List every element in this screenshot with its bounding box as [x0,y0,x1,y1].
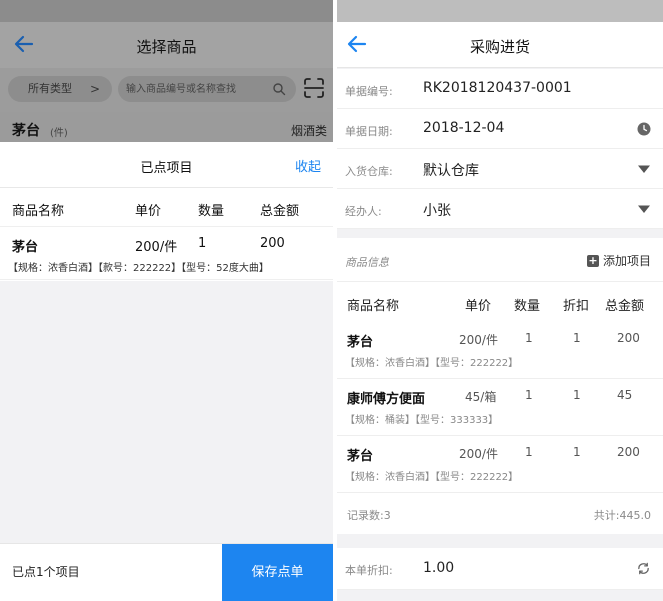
column-header: 单价 [135,204,162,219]
column-header: 商品名称 [347,299,400,314]
right-header: 采购进货 [337,22,663,68]
sheet-title: 已点项目 [140,161,193,176]
empty-area [0,281,333,543]
bottom-bar: 已点1个项目 保存点单 [0,543,333,601]
warehouse-row[interactable]: 入货仓库: 默认仓库 [337,149,663,189]
item-discount: 1 [573,331,581,345]
search-box[interactable] [118,76,296,102]
item-attributes: 【规格：浓香白酒】【型号：222222】 [345,472,519,483]
item-price: 200/件 [459,333,498,347]
discount-value: 1.00 [423,560,455,576]
item-attributes: 【规格：桶装】【型号：333333】 [345,415,499,426]
page-title: 采购进货 [469,38,530,56]
item-qty: 1 [525,331,533,345]
table-row[interactable]: 茅台 200/件 1 1 200 【规格：浓香白酒】【型号：222222】 [337,323,663,379]
item-total: 200 [617,445,640,459]
search-input[interactable] [126,76,266,102]
item-attributes: 【规格：浓香白酒】【型号：222222】 [345,358,519,369]
order-date-value: 2018-12-04 [423,120,505,136]
scan-icon[interactable] [302,76,326,100]
status-bar [0,0,333,22]
column-header: 总金额 [605,299,645,314]
item-unit: (件) [50,128,68,139]
column-header: 数量 [514,299,541,314]
type-filter-button[interactable]: 所有类型 > [8,76,112,102]
section-label: 商品信息 [345,256,389,269]
item-name: 茅台 [12,123,40,139]
caret-down-icon[interactable] [637,162,651,176]
item-discount: 1 [573,445,581,459]
column-header: 单价 [465,299,492,314]
field-label: 单据日期: [345,125,393,138]
caret-down-icon[interactable] [637,202,651,216]
item-total: 200 [617,331,640,345]
item-name: 康师傅方便面 [347,392,426,407]
table-header: 商品名称 单价 数量 总金额 [0,189,333,227]
clock-icon[interactable] [637,122,651,136]
item-price: 200/件 [135,240,178,255]
column-header: 数量 [198,204,225,219]
item-category: 烟酒类 [290,124,327,138]
item-price: 45/箱 [465,390,497,404]
item-discount: 1 [573,388,581,402]
item-name: 茅台 [12,240,39,255]
field-label: 单据编号: [345,85,393,98]
table-header: 商品名称 单价 数量 折扣 总金额 [337,283,663,323]
table-row[interactable]: 茅台 200/件 1 200 【规格：浓香白酒】【款号：222222】【型号：5… [0,228,333,280]
sheet-header: 已点项目 收起 [0,142,333,188]
page-title: 选择商品 [136,38,197,56]
order-number-value: RK2018120437-0001 [423,80,572,96]
plus-icon: + [586,253,599,267]
purchase-screen: 采购进货 单据编号: RK2018120437-0001 单据日期: 2018-… [337,0,663,601]
selected-items-sheet: 已点项目 收起 商品名称 单价 数量 总金额 茅台 200/件 1 200 【规… [0,142,333,543]
order-discount-row[interactable]: 本单折扣: 1.00 [337,548,663,590]
filter-bar: 所有类型 > [0,68,333,112]
item-price: 200/件 [459,447,498,461]
item-name: 茅台 [347,335,374,350]
order-number-row: 单据编号: RK2018120437-0001 [337,69,663,109]
save-order-button[interactable]: 保存点单 [222,544,333,601]
table-row[interactable]: 茅台 200/件 1 1 200 【规格：浓香白酒】【型号：222222】 [337,437,663,493]
selected-count: 已点1个项目 [12,565,80,579]
select-goods-screen: 选择商品 所有类型 > 茅台 (件) 烟酒类 [0,0,333,601]
item-qty: 1 [525,388,533,402]
refresh-icon[interactable] [636,561,651,576]
list-item[interactable]: 茅台 (件) 烟酒类 [0,112,333,142]
field-label: 本单折扣: [345,564,393,577]
chevron-right-icon: > [89,82,100,96]
status-bar [337,0,663,22]
field-label: 入货仓库: [345,165,393,178]
goods-summary: 记录数:3 共计:445.0 [337,493,663,534]
handler-value: 小张 [423,203,451,219]
column-header: 商品名称 [12,204,65,219]
type-filter-label: 所有类型 [28,82,72,95]
table-row[interactable]: 康师傅方便面 45/箱 1 1 45 【规格：桶装】【型号：333333】 [337,380,663,436]
column-header: 折扣 [563,299,590,314]
order-date-row[interactable]: 单据日期: 2018-12-04 [337,109,663,149]
warehouse-value: 默认仓库 [423,163,479,179]
handler-row[interactable]: 经办人: 小张 [337,189,663,229]
add-item-label: 添加项目 [602,254,651,268]
screen: 选择商品 所有类型 > 茅台 (件) 烟酒类 [0,0,663,601]
collapse-button[interactable]: 收起 [295,156,321,175]
item-name: 茅台 [347,449,374,464]
add-item-button[interactable]: + 添加项目 [586,252,651,269]
item-total: 45 [617,388,633,402]
goods-header: 商品信息 + 添加项目 [337,238,663,282]
item-total: 200 [260,236,285,251]
item-qty: 1 [198,236,207,251]
goods-section: 商品信息 + 添加项目 商品名称 单价 数量 折扣 总金额 茅台 200/件 1… [337,238,663,534]
sum-total: 共计:445.0 [593,509,651,522]
left-header: 选择商品 [0,22,333,68]
search-icon[interactable] [272,82,286,96]
item-attributes: 【规格：浓香白酒】【款号：222222】【型号：52度大曲】 [8,263,269,274]
field-label: 经办人: [345,205,382,218]
record-count: 记录数:3 [347,509,391,522]
item-qty: 1 [525,445,533,459]
column-header: 总金额 [260,204,300,219]
